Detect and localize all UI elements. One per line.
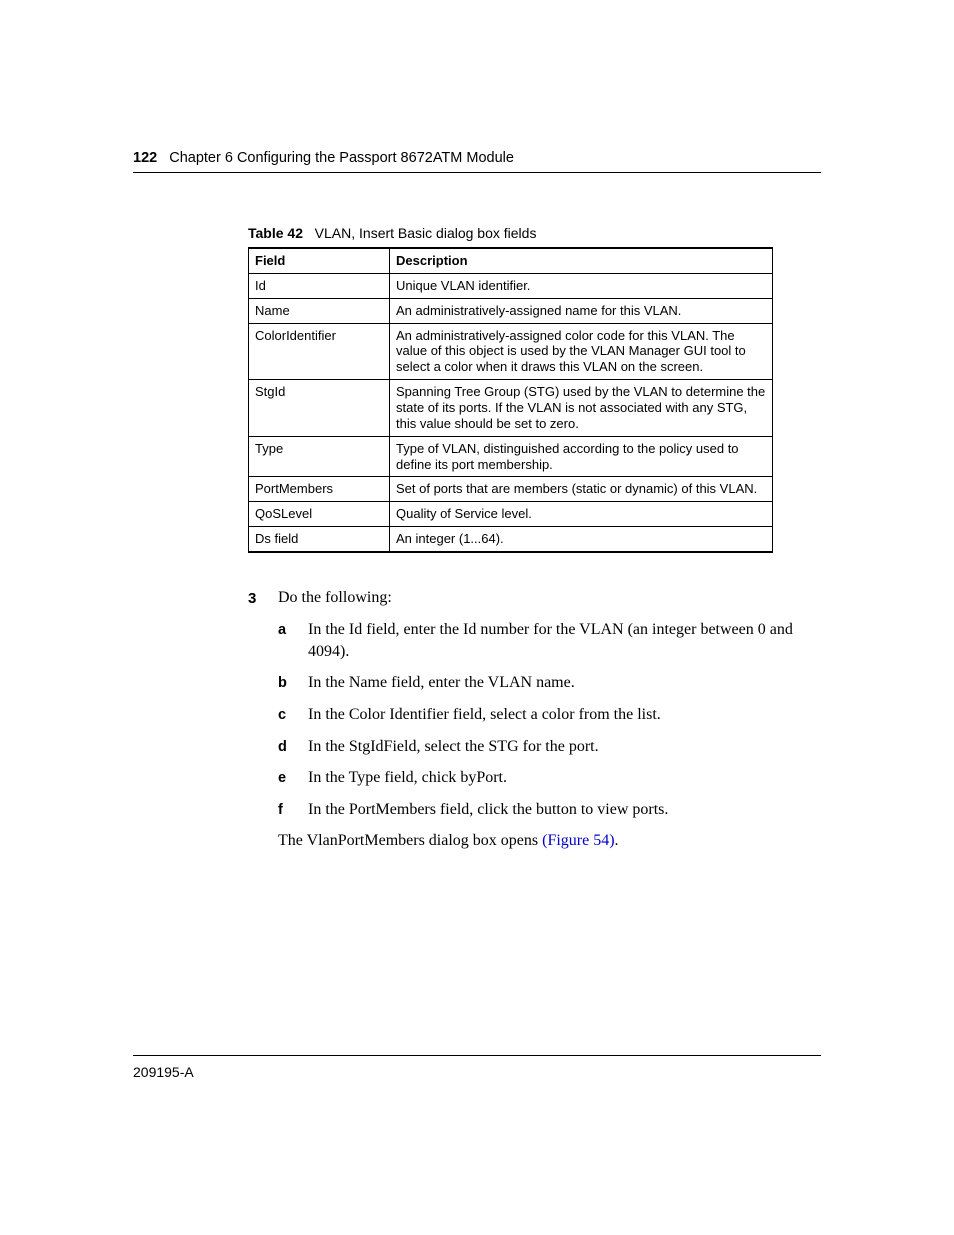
page-number: 122	[133, 150, 157, 166]
table-row: StgIdSpanning Tree Group (STG) used by t…	[249, 380, 773, 437]
table-row: PortMembersSet of ports that are members…	[249, 477, 773, 502]
substep: bIn the Name field, enter the VLAN name.	[278, 672, 821, 694]
fields-table: Field Description IdUnique VLAN identifi…	[248, 247, 773, 553]
col-header-field: Field	[249, 248, 390, 273]
figure-link[interactable]: (Figure 54)	[542, 832, 614, 849]
running-header: 122 Chapter 6 Configuring the Passport 8…	[133, 150, 821, 173]
substep: eIn the Type field, chick byPort.	[278, 767, 821, 789]
table-row: TypeType of VLAN, distinguished accordin…	[249, 436, 773, 477]
table-caption-text: VLAN, Insert Basic dialog box fields	[315, 225, 537, 241]
step-block: 3 Do the following: aIn the Id field, en…	[248, 587, 821, 852]
table-row: NameAn administratively-assigned name fo…	[249, 298, 773, 323]
table-row: Ds fieldAn integer (1...64).	[249, 527, 773, 552]
table-row: IdUnique VLAN identifier.	[249, 273, 773, 298]
step-number: 3	[248, 587, 278, 609]
substep: aIn the Id field, enter the Id number fo…	[278, 619, 821, 662]
substep: cIn the Color Identifier field, select a…	[278, 704, 821, 726]
document-id: 209195-A	[133, 1064, 194, 1080]
followup-text: The VlanPortMembers dialog box opens (Fi…	[278, 830, 821, 852]
col-header-description: Description	[390, 248, 773, 273]
substep: fIn the PortMembers field, click the but…	[278, 799, 821, 821]
chapter-title: Chapter 6 Configuring the Passport 8672A…	[169, 150, 514, 166]
substep: dIn the StgIdField, select the STG for t…	[278, 736, 821, 758]
step-lead: Do the following:	[278, 587, 392, 609]
table-row: ColorIdentifierAn administratively-assig…	[249, 323, 773, 380]
table-caption: Table 42 VLAN, Insert Basic dialog box f…	[248, 225, 821, 241]
page-footer: 209195-A	[133, 1055, 821, 1080]
table-row: QoSLevelQuality of Service level.	[249, 502, 773, 527]
table-caption-label: Table 42	[248, 225, 303, 241]
